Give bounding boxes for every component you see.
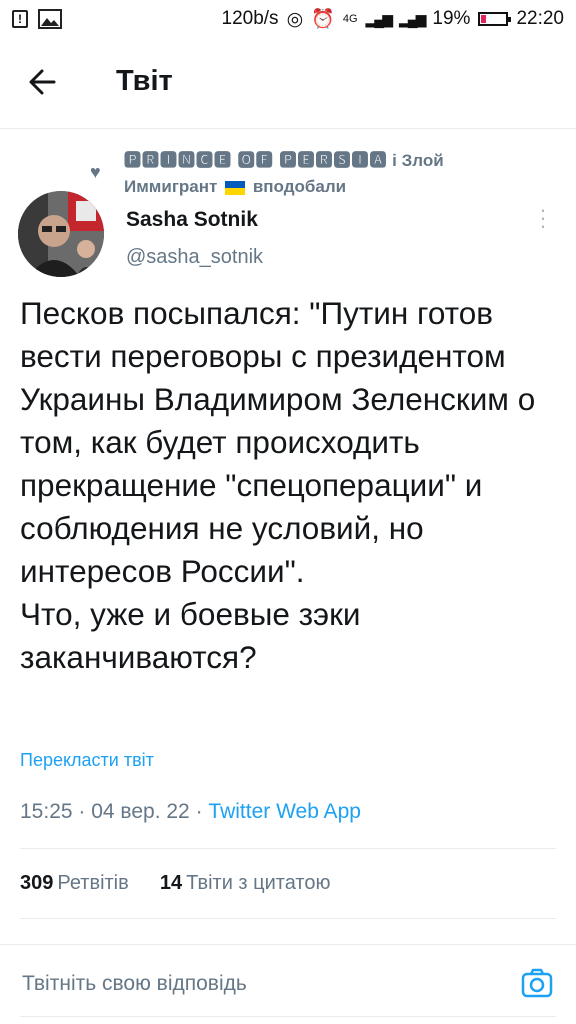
- arrow-left-icon[interactable]: [24, 64, 64, 100]
- tweet-time: 15:25: [20, 800, 73, 823]
- camera-icon[interactable]: [521, 968, 553, 998]
- network-speed: 120b/s: [221, 8, 279, 29]
- quotes-count: 14: [159, 872, 183, 894]
- reply-input[interactable]: Твітніть свою відповідь: [22, 972, 247, 996]
- image-icon: [38, 9, 62, 29]
- author-handle[interactable]: @sasha_sotnik: [126, 246, 263, 269]
- author-name[interactable]: Sasha Sotnik: [126, 208, 258, 232]
- top-app-bar: Твіт: [0, 38, 576, 129]
- battery-percent: 19%: [432, 8, 471, 29]
- liked-by-suffix: вподобали: [252, 177, 347, 196]
- tweet-source-link[interactable]: Twitter Web App: [208, 800, 361, 823]
- alert-icon: !: [12, 10, 28, 28]
- retweets-label: Ретвітів: [57, 872, 129, 894]
- retweets-stat[interactable]: 309 Ретвітів: [20, 872, 129, 894]
- quotes-stat[interactable]: 14 Твіти з цитатою: [160, 872, 331, 894]
- tweet-date: 04 вер. 22: [91, 800, 190, 823]
- signal-icon-2: ▂▄▆: [398, 10, 426, 27]
- divider: [20, 848, 556, 849]
- separator: ·: [195, 800, 209, 823]
- avatar-image: [18, 191, 104, 277]
- wifi-hotspot-icon: ◎: [286, 8, 304, 30]
- tweet-metadata: 15:25 · 04 вер. 22 · Twitter Web App: [20, 800, 361, 824]
- network-type: 4G: [342, 13, 358, 25]
- divider: [20, 918, 556, 919]
- liked-by-name-1: 🅿🆁🅸🅽🅲🅴 🅾🅵 🅿🅴🆁🆂🅸🅰: [124, 151, 388, 170]
- status-left: !: [12, 9, 62, 29]
- ukraine-flag-icon: [225, 180, 246, 195]
- tweet-stats: 309 Ретвітів 14 Твіти з цитатою: [20, 872, 330, 895]
- heart-icon: ♥: [90, 162, 101, 182]
- status-bar: ! 120b/s ◎ ⏰ 4G ▂▄▆ ▂▄▆ 19% 22:20: [0, 0, 576, 38]
- alarm-icon: ⏰: [311, 9, 335, 30]
- status-right: 120b/s ◎ ⏰ 4G ▂▄▆ ▂▄▆ 19% 22:20: [222, 7, 564, 31]
- separator: ·: [78, 800, 92, 823]
- divider: [20, 1016, 556, 1017]
- tweet-text: Песков посыпался: "Путин готов вести пер…: [20, 295, 536, 675]
- page-title: Твіт: [116, 65, 173, 97]
- reply-composer[interactable]: Твітніть свою відповідь: [0, 944, 576, 1024]
- avatar[interactable]: [18, 191, 104, 277]
- quotes-label: Твіти з цитатою: [186, 872, 331, 894]
- liked-by-text[interactable]: 🅿🆁🅸🅽🅲🅴 🅾🅵 🅿🅴🆁🆂🅸🅰 і Злой Иммигрант вподоб…: [124, 148, 524, 200]
- more-vertical-icon[interactable]: · · ·: [536, 199, 550, 237]
- clock: 22:20: [516, 8, 564, 29]
- signal-icon: ▂▄▆: [365, 10, 393, 27]
- battery-icon: [478, 12, 512, 26]
- retweets-count: 309: [20, 872, 54, 894]
- translate-tweet-link[interactable]: Перекласти твіт: [20, 750, 154, 771]
